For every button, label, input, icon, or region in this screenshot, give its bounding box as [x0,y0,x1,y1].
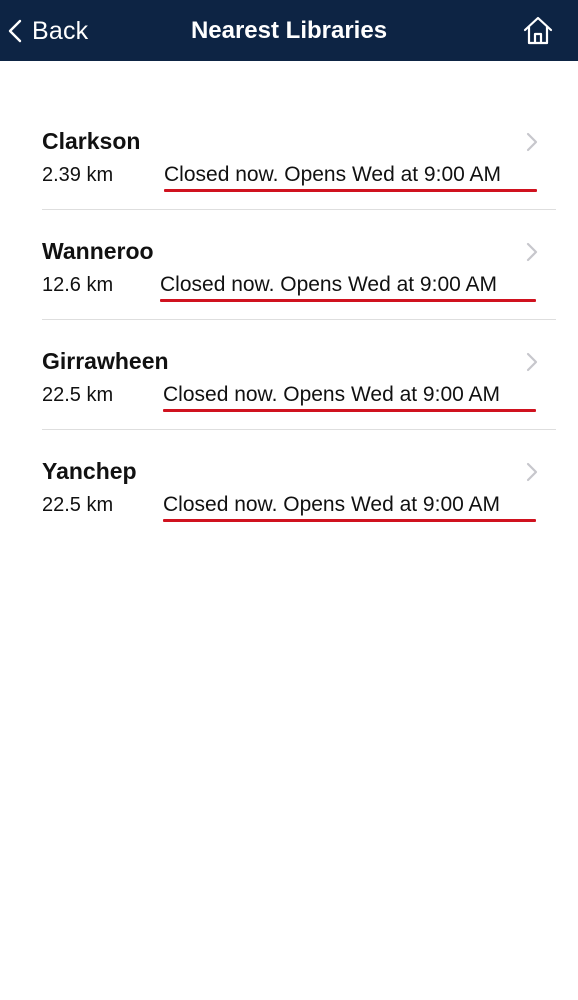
library-name: Wanneroo [42,238,154,264]
library-status: Closed now. Opens Wed at 9:00 AM [160,273,497,296]
library-name: Yanchep [42,458,137,484]
status-underline [160,299,536,302]
library-name: Clarkson [42,128,141,154]
home-icon[interactable] [522,15,554,47]
library-distance: 2.39 km [42,164,114,186]
library-row-wanneroo[interactable]: Wanneroo 12.6 km Closed now. Opens Wed a… [0,210,578,320]
library-row-girrawheen[interactable]: Girrawheen 22.5 km Closed now. Opens Wed… [0,320,578,430]
library-status: Closed now. Opens Wed at 9:00 AM [164,163,501,186]
status-underline [163,519,536,522]
page-title: Nearest Libraries [190,17,388,44]
chevron-right-icon [526,242,538,262]
chevron-right-icon [526,352,538,372]
navigation-bar: Back Nearest Libraries [0,0,578,61]
library-distance: 22.5 km [42,494,114,516]
library-row-yanchep[interactable]: Yanchep 22.5 km Closed now. Opens Wed at… [0,430,578,540]
status-underline [164,189,537,192]
status-underline [163,409,536,412]
library-name: Girrawheen [42,348,169,374]
library-status: Closed now. Opens Wed at 9:00 AM [163,383,500,406]
library-list: Clarkson 2.39 km Closed now. Opens Wed a… [0,100,578,540]
library-status: Closed now. Opens Wed at 9:00 AM [163,493,500,516]
chevron-right-icon [526,462,538,482]
chevron-right-icon [526,132,538,152]
library-row-clarkson[interactable]: Clarkson 2.39 km Closed now. Opens Wed a… [0,100,578,210]
library-distance: 22.5 km [42,384,114,406]
library-distance: 12.6 km [42,274,114,296]
